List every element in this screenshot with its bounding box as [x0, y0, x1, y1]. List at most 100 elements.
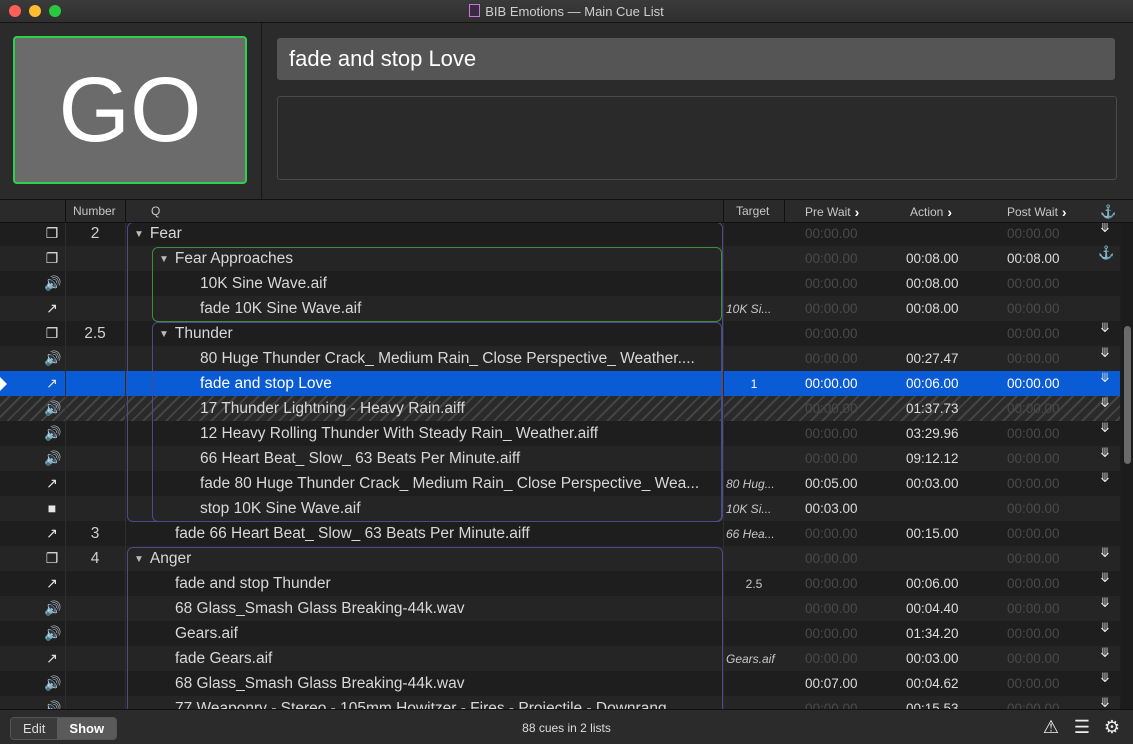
cue-row[interactable]: ↗ fade and stop Love 1 00:00.00 00:06.00 00:0…	[0, 371, 1120, 396]
cue-name[interactable]: 12 Heavy Rolling Thunder With Steady Rai…	[200, 425, 718, 443]
cue-row[interactable]: 🔊 Gears.aif 00:00.00 01:34.20 00:00.00 ⤋	[0, 621, 1120, 646]
post-wait-value[interactable]: 00:00.00	[1007, 301, 1060, 316]
cue-target[interactable]: 66 Hea...	[726, 527, 782, 541]
post-wait-value[interactable]: 00:08.00	[1007, 251, 1060, 266]
disclosure-triangle-icon[interactable]: ▼	[159, 329, 169, 340]
pre-wait-value[interactable]: 00:00.00	[805, 601, 858, 616]
auto-follow-icon[interactable]: ⤋	[1098, 396, 1112, 409]
cue-row[interactable]: ■ stop 10K Sine Wave.aif 10K Si... 00:03.00…	[0, 496, 1120, 521]
post-wait-value[interactable]: 00:00.00	[1007, 551, 1060, 566]
post-wait-value[interactable]: 00:00.00	[1007, 701, 1060, 709]
cue-row[interactable]: ❐ 4 ▼ Anger 00:00.00 00:00.00 ⤋	[0, 546, 1120, 571]
pre-wait-value[interactable]: 00:00.00	[805, 251, 858, 266]
cue-row[interactable]: 🔊 77 Weaponry - Stereo - 105mm Howitzer -…	[0, 696, 1120, 709]
post-wait-value[interactable]: 00:00.00	[1007, 601, 1060, 616]
post-wait-value[interactable]: 00:00.00	[1007, 651, 1060, 666]
cue-row[interactable]: ❐ ▼ Fear Approaches 00:00.00 00:08.00 00:08.0…	[0, 246, 1120, 271]
pre-wait-value[interactable]: 00:00.00	[805, 376, 858, 391]
auto-follow-icon[interactable]: ⤋	[1098, 346, 1112, 359]
disclosure-triangle-icon[interactable]: ▼	[159, 254, 169, 265]
action-duration[interactable]: 00:04.40	[906, 601, 959, 616]
action-duration[interactable]: 01:34.20	[906, 626, 959, 641]
post-wait-value[interactable]: 00:00.00	[1007, 226, 1060, 241]
cue-name[interactable]: 80 Huge Thunder Crack_ Medium Rain_ Clos…	[200, 350, 718, 368]
cue-row[interactable]: ❐ 2.5 ▼ Thunder 00:00.00 00:00.00 ⤋	[0, 321, 1120, 346]
cue-number[interactable]: 4	[70, 550, 120, 568]
cue-row[interactable]: 🔊 12 Heavy Rolling Thunder With Steady Ra…	[0, 421, 1120, 446]
cue-row[interactable]: 🔊 66 Heart Beat_ Slow_ 63 Beats Per Minut…	[0, 446, 1120, 471]
auto-follow-icon[interactable]: ⤋	[1098, 621, 1112, 634]
action-duration[interactable]: 00:06.00	[906, 376, 959, 391]
cue-target[interactable]: 1	[726, 377, 782, 391]
continue-mode-icon[interactable]: ⚓	[1100, 204, 1116, 220]
cue-name[interactable]: 17 Thunder Lightning - Heavy Rain.aiff	[200, 400, 718, 418]
cue-row[interactable]: ↗ fade Gears.aif Gears.aif 00:00.00 00:03.00…	[0, 646, 1120, 671]
pre-wait-value[interactable]: 00:00.00	[805, 326, 858, 341]
cue-row[interactable]: ↗ fade 10K Sine Wave.aif 10K Si... 00:00.00…	[0, 296, 1120, 321]
group-cue-name[interactable]: ▼ Fear Approaches	[159, 250, 702, 268]
disclosure-triangle-icon[interactable]: ▼	[134, 554, 144, 565]
cue-name[interactable]: fade and stop Love	[200, 375, 718, 393]
auto-follow-icon[interactable]: ⤋	[1098, 696, 1112, 709]
pre-wait-value[interactable]: 00:00.00	[805, 576, 858, 591]
post-wait-value[interactable]: 00:00.00	[1007, 626, 1060, 641]
action-duration[interactable]: 00:08.00	[906, 276, 959, 291]
cue-name[interactable]: fade 10K Sine Wave.aif	[200, 300, 718, 318]
pre-wait-value[interactable]: 00:00.00	[805, 551, 858, 566]
cue-row[interactable]: ↗ 3 fade 66 Heart Beat_ Slow_ 63 Beats Per…	[0, 521, 1120, 546]
cue-name[interactable]: 68 Glass_Smash Glass Breaking-44k.wav	[175, 600, 718, 618]
pre-wait-value[interactable]: 00:00.00	[805, 226, 858, 241]
action-duration[interactable]: 00:04.62	[906, 676, 959, 691]
pre-wait-value[interactable]: 00:00.00	[805, 701, 858, 709]
cue-name[interactable]: 10K Sine Wave.aif	[200, 275, 718, 293]
auto-follow-icon[interactable]: ⤋	[1098, 446, 1112, 459]
cue-name[interactable]: 66 Heart Beat_ Slow_ 63 Beats Per Minute…	[200, 450, 718, 468]
cue-name[interactable]: fade and stop Thunder	[175, 575, 718, 593]
cue-target[interactable]: 80 Hug...	[726, 477, 782, 491]
post-wait-value[interactable]: 00:00.00	[1007, 501, 1060, 516]
auto-follow-icon[interactable]: ⤋	[1098, 471, 1112, 484]
cue-number[interactable]: 3	[70, 525, 120, 543]
pre-wait-value[interactable]: 00:03.00	[805, 501, 858, 516]
cue-row[interactable]: 🔊 68 Glass_Smash Glass Breaking-44k.wav 00…	[0, 671, 1120, 696]
auto-follow-icon[interactable]: ⤋	[1098, 546, 1112, 559]
cue-row[interactable]: 🔊 80 Huge Thunder Crack_ Medium Rain_ Clo…	[0, 346, 1120, 371]
action-duration[interactable]: 00:27.47	[906, 351, 959, 366]
column-number[interactable]: Number	[73, 204, 116, 218]
warning-icon[interactable]: ⚠	[1041, 717, 1061, 737]
cue-row[interactable]: ↗ fade and stop Thunder 2.5 00:00.00 00:06.0…	[0, 571, 1120, 596]
cue-row[interactable]: 🔊 68 Glass_Smash Glass Breaking-44k.wav 00…	[0, 596, 1120, 621]
post-wait-value[interactable]: 00:00.00	[1007, 476, 1060, 491]
post-wait-value[interactable]: 00:00.00	[1007, 351, 1060, 366]
cue-notes-field[interactable]	[277, 96, 1117, 180]
pre-wait-value[interactable]: 00:00.00	[805, 451, 858, 466]
cue-name[interactable]: stop 10K Sine Wave.aif	[200, 500, 718, 518]
column-action[interactable]: Action ›	[910, 204, 952, 220]
pre-wait-value[interactable]: 00:00.00	[805, 526, 858, 541]
auto-continue-icon[interactable]: ⚓	[1098, 246, 1114, 259]
cue-row[interactable]: ❐ 2 ▼ Fear 00:00.00 00:00.00 ⤋	[0, 223, 1120, 246]
auto-follow-icon[interactable]: ⤋	[1098, 596, 1112, 609]
auto-follow-icon[interactable]: ⤋	[1098, 321, 1112, 334]
scrollbar-thumb[interactable]	[1124, 326, 1131, 464]
column-pre-wait[interactable]: Pre Wait ›	[805, 204, 859, 220]
pre-wait-value[interactable]: 00:07.00	[805, 676, 858, 691]
cue-name[interactable]: 68 Glass_Smash Glass Breaking-44k.wav	[175, 675, 718, 693]
auto-follow-icon[interactable]: ⤋	[1098, 646, 1112, 659]
disclosure-triangle-icon[interactable]: ▼	[134, 229, 144, 240]
action-duration[interactable]: 00:08.00	[906, 251, 959, 266]
auto-follow-icon[interactable]: ⤋	[1098, 671, 1112, 684]
cue-row[interactable]: 🔊 10K Sine Wave.aif 00:00.00 00:08.00 00:00.…	[0, 271, 1120, 296]
post-wait-value[interactable]: 00:00.00	[1007, 276, 1060, 291]
post-wait-value[interactable]: 00:00.00	[1007, 676, 1060, 691]
cue-target[interactable]: 10K Si...	[726, 502, 782, 516]
standby-cue-name[interactable]: fade and stop Love	[277, 38, 1115, 80]
vertical-scrollbar[interactable]	[1121, 223, 1133, 709]
cue-row[interactable]: ↗ fade 80 Huge Thunder Crack_ Medium Rain…	[0, 471, 1120, 496]
action-duration[interactable]: 00:15.00	[906, 526, 959, 541]
column-target[interactable]: Target	[736, 204, 769, 218]
pre-wait-value[interactable]: 00:05.00	[805, 476, 858, 491]
column-post-wait[interactable]: Post Wait ›	[1007, 204, 1067, 220]
cue-name[interactable]: fade Gears.aif	[175, 650, 718, 668]
action-duration[interactable]: 00:08.00	[906, 301, 959, 316]
